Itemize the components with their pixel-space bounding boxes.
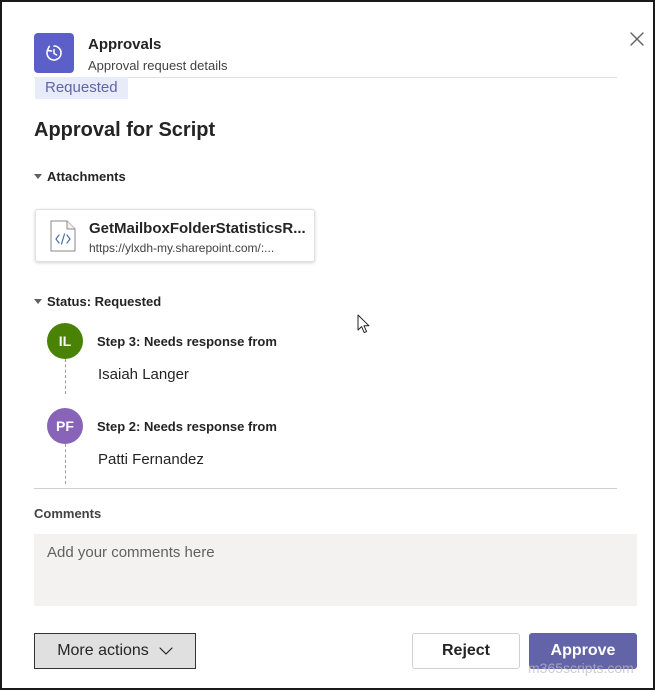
code-file-icon	[50, 220, 76, 252]
step-approver-name: Isaiah Langer	[98, 366, 189, 383]
step-label: Step 3: Needs response from	[97, 334, 277, 349]
attachment-file-name: GetMailboxFolderStatisticsR...	[89, 220, 306, 237]
approvals-refresh-icon	[46, 45, 62, 61]
more-actions-button[interactable]: More actions	[34, 633, 196, 669]
approval-dialog: Approvals Approval request details Reque…	[0, 0, 655, 690]
approvals-app-icon	[34, 33, 74, 73]
collapse-caret-icon	[34, 299, 42, 304]
avatar: PF	[47, 408, 83, 444]
step-label: Step 2: Needs response from	[97, 419, 277, 434]
timeline-connector	[65, 359, 66, 394]
attachment-url: https://ylxdh-my.sharepoint.com/:...	[89, 241, 275, 255]
mouse-pointer-icon	[357, 314, 370, 334]
timeline-connector	[65, 444, 66, 484]
close-button[interactable]	[627, 29, 647, 49]
attachments-section-toggle[interactable]: Attachments	[34, 169, 126, 184]
app-title: Approvals	[88, 36, 162, 53]
attachments-heading: Attachments	[47, 169, 126, 184]
section-divider	[34, 488, 617, 489]
more-actions-label: More actions	[57, 642, 149, 659]
status-heading: Status: Requested	[47, 294, 162, 309]
status-badge: Requested	[35, 77, 128, 99]
attachment-card[interactable]: GetMailboxFolderStatisticsR... https://y…	[35, 209, 315, 262]
collapse-caret-icon	[34, 174, 42, 179]
app-subtitle: Approval request details	[88, 58, 228, 73]
chevron-down-icon	[159, 647, 173, 655]
request-title: Approval for Script	[34, 119, 216, 141]
avatar: IL	[47, 323, 83, 359]
close-icon	[630, 32, 644, 46]
comments-input[interactable]	[34, 534, 637, 606]
reject-button[interactable]: Reject	[412, 633, 520, 669]
step-approver-name: Patti Fernandez	[98, 451, 204, 468]
watermark-text: m365scripts.com	[528, 660, 634, 676]
status-section-toggle[interactable]: Status: Requested	[34, 294, 161, 309]
comments-label: Comments	[34, 506, 102, 521]
